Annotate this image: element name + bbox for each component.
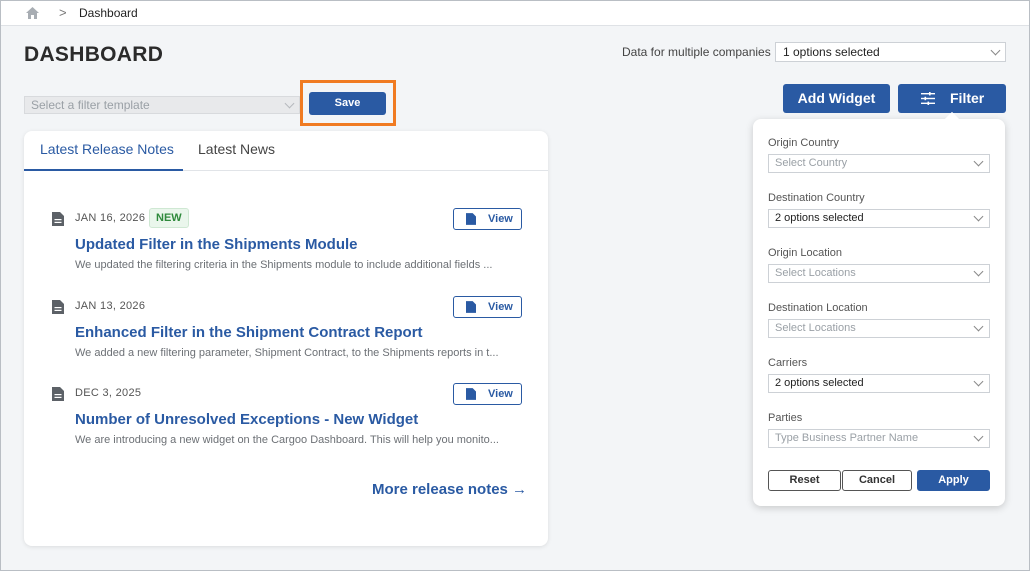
chevron-down-icon [973,211,984,222]
chevron-down-icon [973,266,984,277]
save-button[interactable]: Save [309,92,386,115]
document-icon [52,300,64,314]
cancel-button[interactable]: Cancel [842,470,912,491]
release-notes-card: Latest Release Notes Latest News JAN 16,… [24,131,548,546]
document-icon [52,387,64,401]
note-title[interactable]: Enhanced Filter in the Shipment Contract… [75,324,423,341]
filter-parties: Parties Type Business Partner Name [768,412,990,448]
view-button-label: View [488,213,513,225]
note-date: JAN 16, 2026 [75,212,146,224]
note-description: We updated the filtering criteria in the… [75,259,493,271]
filter-carriers: Carriers 2 options selected [768,357,990,393]
note-title[interactable]: Updated Filter in the Shipments Module [75,236,358,253]
sliders-icon [921,92,935,105]
tab-latest-release-notes[interactable]: Latest Release Notes [40,141,174,157]
view-button[interactable]: View [453,296,522,318]
view-button[interactable]: View [453,383,522,405]
filter-button[interactable]: Filter [898,84,1006,113]
filter-template-placeholder: Select a filter template [31,98,150,112]
destination-location-select[interactable]: Select Locations [768,319,990,338]
chevron-down-icon [973,321,984,332]
company-select[interactable]: 1 options selected [775,42,1006,62]
select-placeholder: Select Locations [775,267,856,279]
parties-select[interactable]: Type Business Partner Name [768,429,990,448]
field-label: Destination Country [768,192,865,204]
chevron-down-icon [973,431,984,442]
document-icon [466,301,476,313]
page-title: DASHBOARD [24,43,164,66]
destination-country-select[interactable]: 2 options selected [768,209,990,228]
filter-panel: Origin Country Select Country Destinatio… [753,111,1005,506]
document-icon [52,212,64,226]
note-description: We added a new filtering parameter, Ship… [75,347,499,359]
document-icon [466,213,476,225]
origin-location-select[interactable]: Select Locations [768,264,990,283]
field-label: Origin Country [768,137,839,149]
field-label: Origin Location [768,247,842,259]
breadcrumb-current: Dashboard [79,6,138,20]
note-date: JAN 13, 2026 [75,300,146,312]
chevron-down-icon [284,98,295,109]
more-release-notes-link[interactable]: More release notes → [372,481,527,498]
field-label: Destination Location [768,302,868,314]
chevron-down-icon [990,45,1001,56]
home-icon[interactable] [25,6,40,20]
breadcrumb-bar: > Dashboard [1,1,1029,26]
apply-button[interactable]: Apply [917,470,990,491]
filter-template-select[interactable]: Select a filter template [24,96,300,114]
field-label: Parties [768,412,803,424]
note-title[interactable]: Number of Unresolved Exceptions - New Wi… [75,411,418,428]
add-widget-button[interactable]: Add Widget [783,84,890,113]
card-tabs: Latest Release Notes Latest News [24,131,548,171]
chevron-down-icon [973,376,984,387]
document-icon [466,388,476,400]
filter-button-label: Filter [950,90,985,106]
filter-destination-country: Destination Country 2 options selected [768,192,990,228]
view-button-label: View [488,301,513,313]
filter-origin-country: Origin Country Select Country [768,137,990,173]
select-placeholder: Select Locations [775,322,856,334]
select-value: 2 options selected [775,212,864,224]
select-placeholder: Select Country [775,157,848,169]
filter-origin-location: Origin Location Select Locations [768,247,990,283]
company-label: Data for multiple companies [622,45,771,59]
carriers-select[interactable]: 2 options selected [768,374,990,393]
tab-latest-news[interactable]: Latest News [198,141,275,157]
select-value: 2 options selected [775,377,864,389]
note-date: DEC 3, 2025 [75,387,142,399]
origin-country-select[interactable]: Select Country [768,154,990,173]
view-button-label: View [488,388,513,400]
note-description: We are introducing a new widget on the C… [75,434,499,446]
breadcrumb-separator: > [59,5,67,20]
view-button[interactable]: View [453,208,522,230]
company-select-value: 1 options selected [783,45,880,59]
field-label: Carriers [768,357,808,369]
active-tab-indicator [24,169,183,171]
new-badge: NEW [149,208,189,228]
select-placeholder: Type Business Partner Name [775,432,919,444]
reset-button[interactable]: Reset [768,470,841,491]
filter-destination-location: Destination Location Select Locations [768,302,990,338]
chevron-down-icon [973,156,984,167]
